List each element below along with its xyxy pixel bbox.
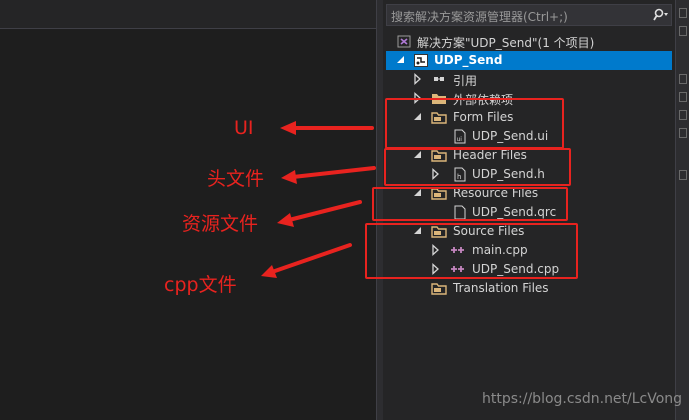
annotation-label-header: 头文件 bbox=[207, 168, 265, 190]
watermark: https://blog.csdn.net/LcVong bbox=[482, 391, 683, 407]
annotation-label-resource: 资源文件 bbox=[182, 213, 259, 235]
annotation-label-ui: UI bbox=[234, 117, 254, 139]
annotation-label-cpp: cpp文件 bbox=[164, 274, 237, 296]
annotation-arrows bbox=[261, 121, 376, 278]
